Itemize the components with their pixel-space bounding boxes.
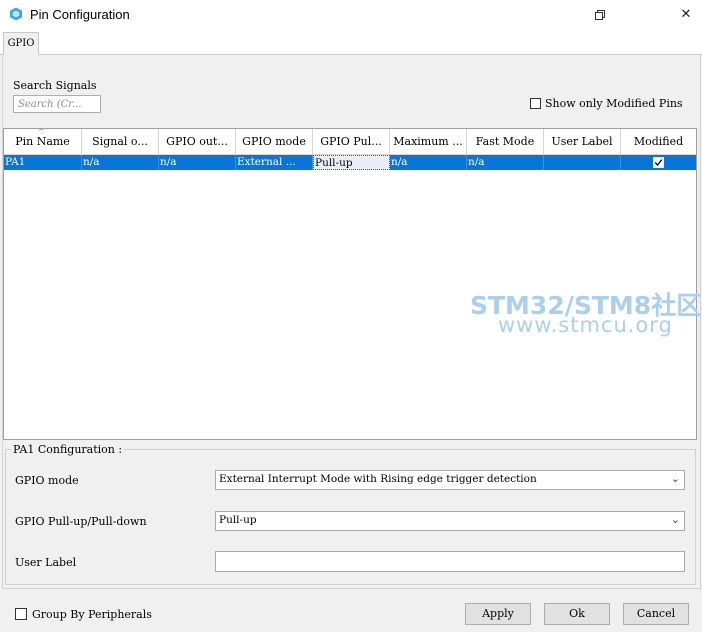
column-header-gpio-pull[interactable]: GPIO Pul...	[313, 129, 390, 155]
pin-table[interactable]: ^ Pin Name Signal o... GPIO out... GPIO …	[3, 128, 697, 440]
chevron-down-icon: ⌄	[670, 513, 680, 526]
cell-gpio-output[interactable]: n/a	[159, 155, 236, 170]
table-row[interactable]: PA1 n/a n/a External ... Pull-up n/a n/a	[4, 155, 696, 170]
table-header: ^ Pin Name Signal o... GPIO out... GPIO …	[4, 129, 696, 155]
close-icon[interactable]: ✕	[676, 5, 696, 25]
search-signals-box[interactable]	[13, 95, 102, 113]
group-by-peripherals-checkbox[interactable]	[15, 608, 27, 620]
cell-modified[interactable]	[621, 155, 696, 170]
show-only-modified-label: Show only Modified Pins	[545, 97, 683, 110]
search-input[interactable]	[14, 96, 102, 112]
cell-gpio-pull[interactable]: Pull-up	[313, 155, 390, 170]
cell-signal[interactable]: n/a	[82, 155, 159, 170]
group-by-peripherals-label: Group By Peripherals	[32, 608, 152, 621]
gpio-pull-select[interactable]: Pull-up ⌄	[215, 511, 685, 531]
cell-fast-mode[interactable]: n/a	[467, 155, 544, 170]
tab-gpio[interactable]: GPIO	[3, 32, 39, 55]
column-header-gpio-mode[interactable]: GPIO mode	[236, 129, 313, 155]
app-icon	[9, 7, 23, 21]
restore-window-icon[interactable]	[590, 5, 610, 25]
cell-maximum[interactable]: n/a	[390, 155, 467, 170]
tab-strip	[0, 30, 702, 55]
watermark-url: www.stmcu.org	[498, 313, 673, 337]
column-header-modified[interactable]: Modified	[621, 129, 696, 155]
column-header-gpio-output[interactable]: GPIO out...	[159, 129, 236, 155]
gpio-mode-select[interactable]: External Interrupt Mode with Rising edge…	[215, 470, 685, 490]
gpio-pull-label: GPIO Pull-up/Pull-down	[15, 515, 147, 528]
sort-ascending-icon: ^	[38, 129, 45, 136]
chevron-down-icon: ⌄	[670, 472, 680, 485]
gpio-pull-value: Pull-up	[219, 514, 257, 526]
cell-user-label[interactable]	[544, 155, 621, 170]
user-label-label: User Label	[15, 556, 77, 569]
column-header-fast-mode[interactable]: Fast Mode	[467, 129, 544, 155]
window-title: Pin Configuration	[30, 7, 130, 22]
show-only-modified-checkbox[interactable]	[530, 98, 541, 109]
group-title: PA1 Configuration :	[11, 443, 125, 456]
column-label: Pin Name	[15, 135, 70, 148]
ok-button[interactable]: Ok	[544, 603, 610, 625]
apply-button[interactable]: Apply	[465, 603, 531, 625]
column-header-user-label[interactable]: User Label	[544, 129, 621, 155]
search-signals-label: Search Signals	[13, 79, 97, 92]
modified-checkbox[interactable]	[653, 157, 664, 168]
user-label-field[interactable]	[215, 551, 685, 572]
column-header-pin-name[interactable]: ^ Pin Name	[4, 129, 82, 155]
gpio-mode-label: GPIO mode	[15, 474, 79, 487]
cell-gpio-mode[interactable]: External ...	[236, 155, 313, 170]
gpio-mode-value: External Interrupt Mode with Rising edge…	[219, 473, 537, 485]
cancel-button[interactable]: Cancel	[623, 603, 689, 625]
column-header-signal[interactable]: Signal o...	[82, 129, 159, 155]
column-header-maximum[interactable]: Maximum ...	[390, 129, 467, 155]
cell-pin-name[interactable]: PA1	[4, 155, 82, 170]
